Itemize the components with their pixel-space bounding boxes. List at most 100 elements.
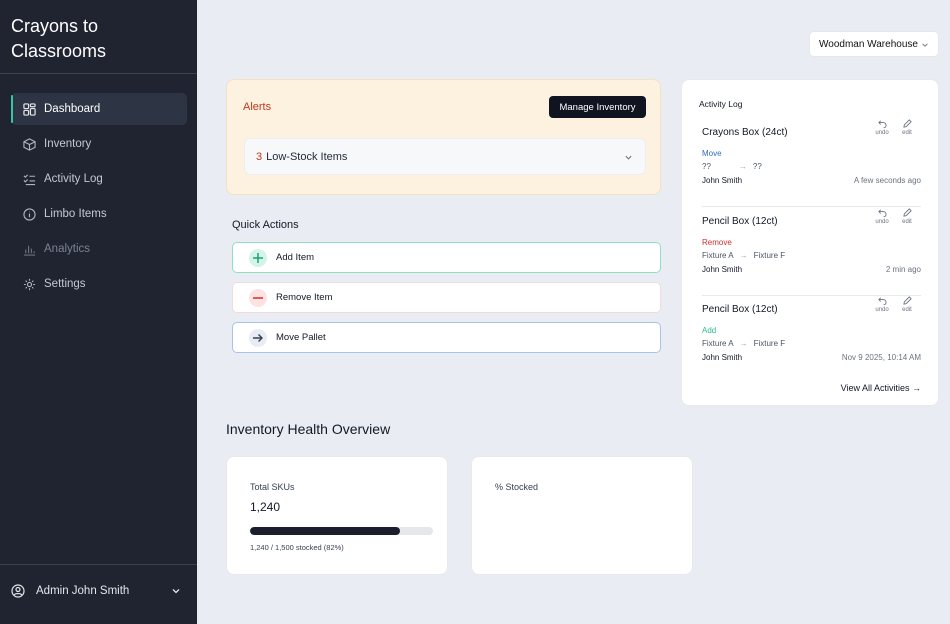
activity-from: Fixture A: [702, 251, 734, 260]
activity-item-name: Crayons Box (24ct): [702, 127, 788, 138]
activity-type: Move: [702, 149, 722, 158]
add-item-label: Add Item: [276, 252, 315, 263]
warehouse-select[interactable]: Woodman Warehouse: [809, 31, 939, 57]
edit-button[interactable]: edit: [899, 296, 915, 313]
chevron-down-icon: [172, 589, 180, 594]
activity-log-card: Activity Log Crayons Box (24ct) undo edi…: [681, 79, 939, 406]
sidebar-item-activity-log[interactable]: Activity Log: [11, 163, 187, 195]
sidebar-item-settings[interactable]: Settings: [11, 268, 187, 300]
activity-log-title: Activity Log: [699, 99, 743, 109]
sidebar-item-dashboard[interactable]: Dashboard: [11, 93, 187, 125]
manage-inventory-button[interactable]: Manage Inventory: [549, 96, 646, 118]
user-name: Admin John Smith: [36, 585, 130, 597]
minus-icon: [249, 288, 267, 307]
activity-entry: Crayons Box (24ct) undo edit Move ?? → ?…: [702, 119, 921, 207]
arrow-right-icon: →: [739, 251, 748, 260]
activity-entry: Pencil Box (12ct) undo edit Add Fixture …: [702, 296, 921, 384]
low-stock-count: 3: [256, 150, 263, 163]
activity-user: John Smith: [702, 176, 743, 185]
sidebar: Crayons to Classrooms Dashboard Inventor…: [0, 0, 197, 624]
activity-path: ?? → ??: [702, 162, 762, 171]
checklist-icon: [23, 173, 36, 186]
low-stock-label: Low-Stock Items: [266, 150, 348, 163]
activity-entry: Pencil Box (12ct) undo edit Remove Fixtu…: [702, 208, 921, 296]
activity-time: A few seconds ago: [853, 176, 921, 185]
alerts-card: Alerts Manage Inventory 3 Low-Stock Item…: [226, 79, 661, 195]
move-pallet-label: Move Pallet: [276, 332, 326, 343]
pencil-icon: [902, 208, 912, 217]
edit-button[interactable]: edit: [899, 208, 915, 225]
sidebar-item-label: Limbo Items: [44, 208, 107, 220]
low-stock-dropdown[interactable]: 3 Low-Stock Items: [244, 138, 646, 175]
overview-title: Inventory Health Overview: [226, 421, 391, 437]
undo-icon: [877, 209, 886, 217]
remove-item-button[interactable]: Remove Item: [232, 282, 661, 313]
view-all-activities-link[interactable]: View All Activities →: [841, 383, 921, 393]
pencil-icon: [902, 296, 912, 305]
activity-to: Fixture F: [753, 339, 786, 348]
undo-button[interactable]: undo: [874, 296, 890, 313]
sidebar-item-label: Settings: [44, 278, 86, 290]
activity-time: 2 min ago: [885, 265, 921, 274]
undo-button[interactable]: undo: [874, 119, 890, 136]
bar-chart-icon: [23, 243, 36, 256]
edit-button[interactable]: edit: [899, 119, 915, 136]
sidebar-item-label: Dashboard: [44, 103, 101, 115]
activity-user: John Smith: [702, 353, 743, 362]
percent-stocked-label: % Stocked: [495, 482, 539, 492]
quick-actions-title: Quick Actions: [232, 219, 299, 231]
sidebar-item-inventory[interactable]: Inventory: [11, 128, 187, 160]
activity-tools: undo edit: [874, 296, 915, 313]
sidebar-item-label: Analytics: [44, 243, 91, 255]
activity-type: Remove: [702, 238, 732, 247]
activity-from: Fixture A: [702, 339, 734, 348]
sidebar-item-label: Activity Log: [44, 173, 103, 185]
activity-to: ??: [752, 162, 762, 171]
stocked-progress-bar: [250, 527, 433, 535]
undo-icon: [877, 120, 886, 128]
arrow-right-icon: →: [738, 162, 747, 171]
pencil-icon: [902, 119, 912, 128]
brand-title: Crayons to Classrooms: [11, 16, 107, 61]
activity-item-name: Pencil Box (12ct): [702, 216, 778, 227]
move-pallet-button[interactable]: Move Pallet: [232, 322, 661, 353]
activity-to: Fixture F: [753, 251, 786, 260]
arrow-right-icon: [249, 328, 267, 347]
chevron-down-icon: [922, 43, 928, 47]
activity-item-name: Pencil Box (12ct): [702, 304, 778, 315]
box-icon: [23, 137, 36, 151]
sidebar-divider: [0, 564, 197, 565]
activity-path: Fixture A → Fixture F: [702, 251, 785, 260]
dashboard-grid-icon: [23, 102, 36, 116]
total-skus-label: Total SKUs: [250, 482, 295, 492]
user-menu[interactable]: Admin John Smith: [11, 580, 181, 602]
activity-path: Fixture A → Fixture F: [702, 339, 785, 348]
stocked-progress-text: 1,240 / 1,500 stocked (82%): [250, 543, 344, 552]
sidebar-item-limbo-items[interactable]: Limbo Items: [11, 198, 187, 230]
arrow-right-icon: →: [739, 339, 748, 348]
add-item-button[interactable]: Add Item: [232, 242, 661, 273]
gear-icon: [23, 278, 36, 291]
percent-stocked-card: % Stocked: [471, 456, 693, 575]
remove-item-label: Remove Item: [276, 292, 333, 303]
sidebar-item-label: Inventory: [44, 138, 92, 150]
info-circle-icon: [23, 207, 36, 221]
plus-icon: [249, 248, 267, 267]
stocked-progress-fill: [250, 527, 401, 535]
sidebar-nav: Dashboard Inventory Activity Log Limbo I…: [11, 93, 187, 303]
activity-time: Nov 9 2025, 10:14 AM: [841, 353, 921, 362]
activity-tools: undo edit: [874, 208, 915, 225]
undo-button[interactable]: undo: [874, 208, 890, 225]
activity-tools: undo edit: [874, 119, 915, 136]
sidebar-item-analytics[interactable]: Analytics: [11, 233, 187, 265]
activity-type: Add: [702, 326, 717, 335]
alerts-title: Alerts: [243, 101, 272, 113]
undo-icon: [877, 297, 886, 305]
user-circle-icon: [11, 584, 25, 598]
total-skus-value: 1,240: [250, 500, 281, 514]
total-skus-card: Total SKUs 1,240 1,240 / 1,500 stocked (…: [226, 456, 448, 575]
sidebar-divider: [0, 73, 197, 74]
warehouse-select-value: Woodman Warehouse: [819, 38, 918, 50]
chevron-down-icon: [625, 155, 632, 160]
activity-from: ??: [702, 162, 711, 171]
